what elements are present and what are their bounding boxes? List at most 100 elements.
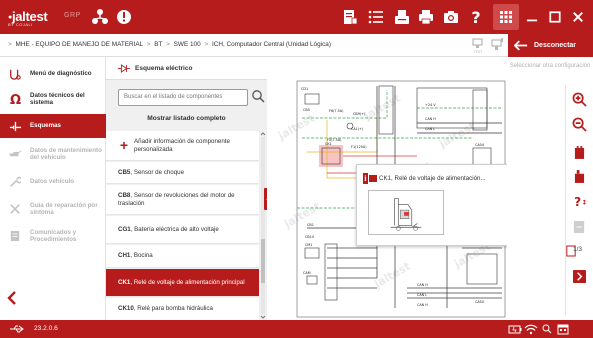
minimize-icon[interactable] (522, 7, 542, 27)
svg-text:CB1: CB1 (307, 223, 314, 227)
component-popup[interactable]: i CK1, Relé de voltaje de alimentación..… (356, 164, 510, 246)
help-icon[interactable]: ? (466, 7, 486, 27)
component-search-input[interactable]: Buscar en el listado de componentes (118, 89, 248, 106)
schematic-header: Esquema eléctrico (106, 57, 267, 80)
component-code: CK1 (118, 278, 131, 286)
scrollbar-thumb[interactable] (261, 239, 265, 283)
test-connector-icon[interactable]: TEST (470, 37, 486, 54)
oil-can-icon (6, 147, 24, 161)
printer-icon[interactable] (416, 7, 436, 27)
conditional-help-icon[interactable]: ? ↕ (571, 193, 587, 209)
nav-item-bulletins[interactable]: Comunicados y Procedimientos (0, 223, 106, 249)
list-item[interactable]: CB5, Sensor de choque (106, 162, 259, 184)
svg-text:?: ? (471, 8, 480, 26)
svg-text:jaltest: jaltest (361, 92, 403, 124)
status-bar: 23.2.0.6 (0, 320, 593, 338)
breadcrumb: > MHE - EQUIPO DE MANEJO DE MATERIAL > B… (6, 41, 331, 48)
list-item-text: Añadir información de componente persona… (134, 137, 230, 153)
component-info-icon: i (363, 173, 377, 184)
right-toolbar: Seleccionar otra configuración ? ↕ 1/3 (507, 57, 593, 320)
next-page-icon[interactable] (571, 268, 587, 284)
breadcrumb-item-mhe[interactable]: MHE - EQUIPO DE MANEJO DE MATERIAL (16, 41, 143, 48)
component-name: , Sensor de revoluciones del motor de tr… (118, 191, 235, 207)
plus-icon: + (119, 136, 129, 153)
svg-text:Ω: Ω (9, 93, 20, 106)
component-name: , Sensor de choque (130, 168, 185, 176)
chevron-left-icon[interactable] (6, 291, 18, 305)
tree-icon[interactable] (90, 7, 110, 27)
toolbar-divider (565, 85, 566, 315)
svg-text:CAM: CAM (303, 271, 311, 275)
list-icon[interactable] (366, 7, 386, 27)
popup-title: CK1, Relé de voltaje de alimentación... (379, 175, 486, 182)
version-label: 23.2.0.6 (34, 325, 58, 332)
nav-label: Datos técnicos del sistema (30, 91, 85, 106)
schematic-icon (6, 119, 24, 133)
list-item-selected[interactable]: CK1, Relé de voltaje de alimentación pri… (106, 269, 259, 297)
zoom-in-icon[interactable] (571, 91, 587, 107)
logo-subtitle: BY COJALI (8, 22, 33, 27)
nav-item-repair-guide[interactable]: Guía de reparación por síntoma (0, 195, 106, 223)
left-nav: Menú de diagnóstico Ω Datos técnicos del… (0, 57, 106, 320)
nav-item-diagnostic-menu[interactable]: Menú de diagnóstico (0, 62, 106, 86)
svg-text:jaltest: jaltest (275, 112, 317, 144)
toggle-layer-icon[interactable] (571, 219, 587, 235)
disconnect-button[interactable]: Desconectar (508, 34, 593, 57)
close-icon[interactable] (568, 7, 588, 27)
breadcrumb-item-model[interactable]: SWE 100 (174, 41, 201, 48)
nav-item-maintenance[interactable]: Datos de mantenimiento del vehículo (0, 139, 106, 169)
report-icon[interactable] (340, 7, 360, 27)
add-custom-component-button[interactable]: + Añadir información de componente perso… (106, 131, 259, 161)
svg-text:jaltest: jaltest (436, 120, 478, 152)
svg-text:CM1: CM1 (305, 243, 312, 247)
svg-text:CAN L: CAN L (425, 127, 435, 131)
search-icon[interactable] (251, 89, 265, 103)
select-configuration-button[interactable]: Seleccionar otra configuración (507, 63, 593, 70)
list-item[interactable]: CK10, Relé para bomba hidráulica (106, 298, 259, 320)
list-item[interactable]: CB8, Sensor de revoluciones del motor de… (106, 185, 259, 215)
disconnect-label: Desconectar (534, 42, 577, 49)
svg-text:jaltest: jaltest (371, 260, 413, 292)
calendar-icon (556, 323, 570, 335)
component-name: , Bocina (130, 252, 153, 260)
svg-text:CB10: CB10 (305, 235, 314, 239)
camera-icon[interactable] (441, 7, 461, 27)
battery-status-icon (508, 323, 522, 335)
svg-text:CA04: CA04 (475, 143, 484, 147)
list-item[interactable]: CG1, Batería eléctrica de alto voltaje (106, 216, 259, 244)
nav-label: Datos vehículo (30, 178, 75, 186)
connector-icon[interactable] (489, 37, 505, 54)
nav-item-schematics[interactable]: Esquemas (0, 114, 106, 138)
component-name: , Batería eléctrica de alto voltaje (130, 225, 219, 233)
nav-item-technical-data[interactable]: Ω Datos técnicos del sistema (0, 87, 106, 111)
breadcrumb-item-ich[interactable]: ICH, Computador Central (Unidad Lógica) (212, 41, 331, 48)
grp-label: GRP (64, 12, 81, 19)
electric-schematic-icon (117, 63, 131, 73)
svg-text:CK1: CK1 (325, 142, 332, 146)
svg-text:CAN L: CAN L (417, 293, 427, 297)
jaltest-logo: ●jaltest BY COJALI (8, 9, 48, 27)
svg-text:?: ? (574, 195, 581, 209)
zoom-out-icon[interactable] (571, 116, 587, 132)
nav-label: Comunicados y Procedimientos (30, 228, 77, 243)
list-item[interactable]: CH1, Bocina (106, 245, 259, 268)
component-list-scrollbar[interactable] (260, 131, 266, 320)
breadcrumb-item-bt[interactable]: BT (154, 41, 162, 48)
battery-icon[interactable] (571, 144, 587, 160)
show-full-list-button[interactable]: Mostrar listado completo (106, 115, 267, 131)
maximize-icon[interactable] (545, 7, 565, 27)
ohm-icon: Ω (6, 92, 24, 106)
apps-grid-icon[interactable] (493, 4, 519, 30)
component-location-image[interactable] (368, 190, 444, 235)
breadcrumb-separator: > (204, 41, 209, 48)
svg-text:CAN H: CAN H (425, 117, 436, 121)
component-code: CB8 (118, 191, 131, 199)
connector-info-icon[interactable] (571, 168, 587, 184)
schematic-title: Esquema eléctrico (135, 64, 193, 72)
alert-icon[interactable] (114, 7, 134, 27)
nav-item-vehicle-data[interactable]: Datos vehículo (0, 170, 106, 194)
scrollbar-track (261, 137, 265, 314)
page-indicator: 1/3 (573, 246, 582, 253)
breadcrumb-home[interactable]: > (8, 41, 12, 48)
print-tray-icon[interactable] (392, 7, 412, 27)
